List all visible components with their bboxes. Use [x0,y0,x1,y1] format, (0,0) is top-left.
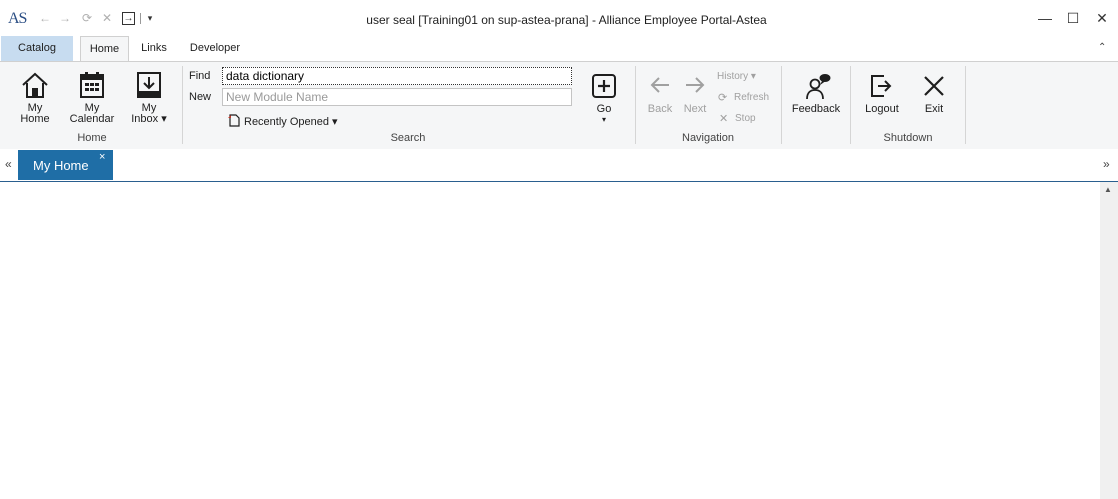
recently-opened-label: Recently Opened ▾ [244,116,338,128]
tab-home[interactable]: Home [80,36,129,61]
my-inbox-label-2: Inbox ▾ [131,113,167,125]
document-tab-strip [0,149,1118,182]
collapse-ribbon-icon[interactable]: ⌃ [1098,42,1106,53]
feedback-label: Feedback [791,103,841,115]
tab-catalog[interactable]: Catalog [1,36,73,61]
back-button[interactable]: Back [645,72,675,116]
my-inbox-label-1: My [141,102,157,114]
navigation-group-label: Navigation [682,132,734,144]
exit-button[interactable]: Exit [918,72,950,118]
search-group-label: Search [390,132,426,144]
inbox-icon [137,72,161,98]
feedback-button[interactable]: Feedback [788,72,844,118]
my-calendar-label-2: Calendar [69,113,115,125]
refresh-icon: ⟳ [718,92,728,104]
group-separator [965,66,966,144]
logout-button[interactable]: Logout [862,72,902,118]
logout-label: Logout [865,103,899,115]
plus-box-icon [592,74,616,98]
main-content-area [0,182,1100,499]
find-label: Find [189,70,211,82]
window-title: user seal [Training01 on sup-astea-prana… [366,13,767,27]
tabs-scroll-left-icon[interactable]: « [5,157,12,171]
close-window-button[interactable]: ✕ [1087,8,1117,28]
group-separator [781,66,782,144]
go-button[interactable]: Go ▾ [586,72,622,126]
next-arrow-icon [686,77,705,93]
next-label: Next [683,103,707,115]
stop-icon: ✕ [719,113,729,125]
group-separator [182,66,183,144]
my-home-label-1: My [27,102,43,114]
tab-links[interactable]: Links [134,36,174,61]
recent-document-icon [228,114,240,127]
exit-label: Exit [924,103,944,115]
shutdown-group-label: Shutdown [883,132,933,144]
new-module-input[interactable] [222,88,572,106]
home-group-label: Home [77,132,107,144]
my-calendar-label-1: My [84,102,100,114]
next-button[interactable]: Next [680,72,710,116]
calendar-icon [80,72,104,98]
close-tab-icon[interactable]: × [99,151,105,163]
my-calendar-button[interactable]: My Calendar [67,68,117,126]
stop-label: Stop [735,113,756,124]
back-arrow-icon [650,77,669,93]
tab-my-home-label: My Home [33,158,89,173]
go-label: Go [596,103,612,115]
refresh-button[interactable]: ⟳ Refresh [718,91,778,105]
refresh-label: Refresh [734,92,770,103]
history-dropdown[interactable]: History ▾ [717,71,756,82]
group-separator [635,66,636,144]
maximize-button[interactable]: ☐ [1058,8,1088,28]
my-inbox-button[interactable]: My Inbox ▾ [127,68,171,126]
back-label: Back [647,103,673,115]
go-dropdown-icon[interactable]: ▾ [586,115,622,125]
feedback-person-icon [806,74,831,100]
find-input[interactable] [222,67,572,85]
recently-opened-button[interactable]: Recently Opened ▾ [225,112,340,128]
minimize-button[interactable]: — [1030,8,1060,28]
stop-button[interactable]: ✕ Stop [718,112,768,126]
new-label: New [189,91,212,103]
my-home-button[interactable]: My Home [15,68,55,126]
exit-x-icon [924,76,944,96]
home-icon [22,72,48,98]
tab-developer[interactable]: Developer [182,36,248,61]
my-home-label-2: Home [20,113,50,125]
vertical-scrollbar[interactable] [1100,182,1118,499]
group-separator [850,66,851,144]
tab-my-home[interactable]: My Home × [18,150,113,180]
tabs-scroll-right-icon[interactable]: » [1103,157,1110,171]
logout-icon [871,75,892,97]
scroll-up-icon[interactable]: ▲ [1104,185,1112,194]
